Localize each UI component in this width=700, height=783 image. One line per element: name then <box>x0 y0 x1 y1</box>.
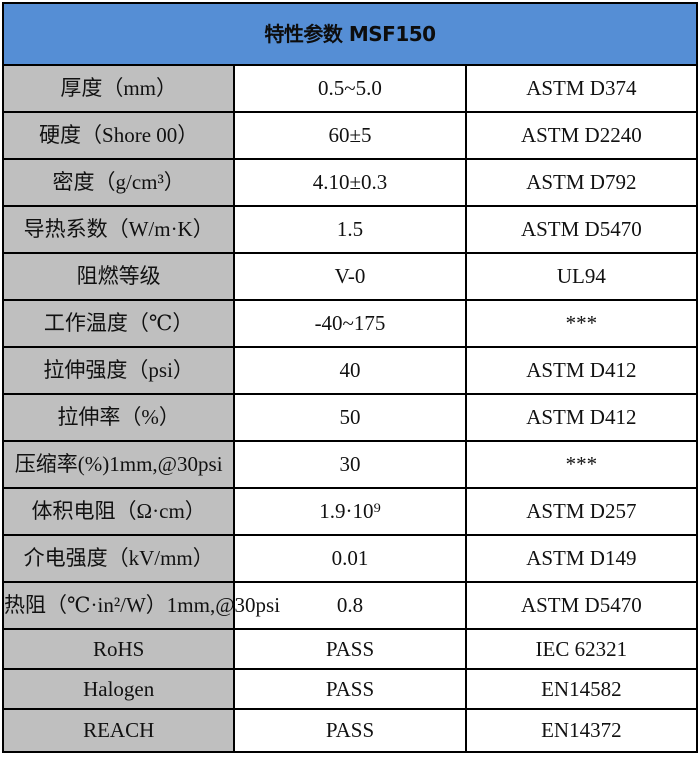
property-cell: 工作温度（℃） <box>1 299 236 348</box>
value-cell: 1.5 <box>233 205 467 254</box>
table-row: 密度（g/cm³） 4.10±0.3 ASTM D792 <box>1 158 699 207</box>
table-header-row: 特性参数 MSF150 <box>2 2 698 66</box>
value-cell: 0.01 <box>233 534 467 583</box>
standard-cell: EN14372 <box>464 708 699 753</box>
value-cell: 4.10±0.3 <box>233 158 467 207</box>
standard-cell: ASTM D5470 <box>464 205 699 254</box>
value-cell: -40~175 <box>233 299 467 348</box>
property-cell: 密度（g/cm³） <box>1 158 236 207</box>
spec-sheet: 特性参数 MSF150 厚度（mm） 0.5~5.0 ASTM D374 硬度（… <box>1 2 699 753</box>
spec-table: 特性参数 MSF150 厚度（mm） 0.5~5.0 ASTM D374 硬度（… <box>1 2 699 753</box>
table-row: 阻燃等级 V-0 UL94 <box>1 252 699 301</box>
value-cell: 0.5~5.0 <box>233 64 467 113</box>
table-row: 工作温度（℃） -40~175 *** <box>1 299 699 348</box>
table-row: 拉伸强度（psi） 40 ASTM D412 <box>1 346 699 395</box>
property-cell: 体积电阻（Ω·cm） <box>1 487 236 536</box>
value-cell: 30 <box>233 440 467 489</box>
standard-cell: ASTM D5470 <box>464 581 699 630</box>
table-row: 硬度（Shore 00） 60±5 ASTM D2240 <box>1 111 699 160</box>
table-row: RoHS PASS IEC 62321 <box>1 628 699 670</box>
value-cell: 60±5 <box>233 111 467 160</box>
standard-cell: ASTM D374 <box>464 64 699 113</box>
standard-cell: UL94 <box>464 252 699 301</box>
property-cell: 拉伸率（%） <box>1 393 236 442</box>
property-cell: 导热系数（W/m·K） <box>1 205 236 254</box>
standard-cell: IEC 62321 <box>464 628 699 670</box>
table-row: 体积电阻（Ω·cm） 1.9·10⁹ ASTM D257 <box>1 487 699 536</box>
value-cell: PASS <box>233 668 467 710</box>
value-cell: 50 <box>233 393 467 442</box>
standard-cell: EN14582 <box>464 668 699 710</box>
property-cell: RoHS <box>1 628 236 670</box>
table-row: Halogen PASS EN14582 <box>1 668 699 710</box>
property-cell: REACH <box>1 708 236 753</box>
value-cell: PASS <box>233 708 467 753</box>
property-cell: Halogen <box>1 668 236 710</box>
table-row: 拉伸率（%） 50 ASTM D412 <box>1 393 699 442</box>
table-title: 特性参数 MSF150 <box>2 2 698 66</box>
standard-cell: ASTM D257 <box>464 487 699 536</box>
value-cell: 40 <box>233 346 467 395</box>
property-cell: 热阻（℃·in²/W）1mm,@30psi <box>1 581 280 630</box>
standard-cell: *** <box>464 440 699 489</box>
value-cell: V-0 <box>233 252 467 301</box>
standard-cell: *** <box>464 299 699 348</box>
property-cell: 压缩率(%)1mm,@30psi <box>1 440 236 489</box>
property-cell: 厚度（mm） <box>1 64 236 113</box>
property-cell: 介电强度（kV/mm） <box>1 534 236 583</box>
value-cell: PASS <box>233 628 467 670</box>
property-cell: 拉伸强度（psi） <box>1 346 236 395</box>
table-row: REACH PASS EN14372 <box>1 708 699 753</box>
value-cell: 1.9·10⁹ <box>233 487 467 536</box>
property-cell: 阻燃等级 <box>1 252 236 301</box>
property-cell: 硬度（Shore 00） <box>1 111 236 160</box>
standard-cell: ASTM D792 <box>464 158 699 207</box>
standard-cell: ASTM D412 <box>464 393 699 442</box>
standard-cell: ASTM D149 <box>464 534 699 583</box>
table-row: 厚度（mm） 0.5~5.0 ASTM D374 <box>1 64 699 113</box>
standard-cell: ASTM D412 <box>464 346 699 395</box>
table-row: 导热系数（W/m·K） 1.5 ASTM D5470 <box>1 205 699 254</box>
standard-cell: ASTM D2240 <box>464 111 699 160</box>
table-row: 介电强度（kV/mm） 0.01 ASTM D149 <box>1 534 699 583</box>
table-row: 热阻（℃·in²/W）1mm,@30psi 0.8 ASTM D5470 <box>1 581 699 630</box>
table-row: 压缩率(%)1mm,@30psi 30 *** <box>1 440 699 489</box>
